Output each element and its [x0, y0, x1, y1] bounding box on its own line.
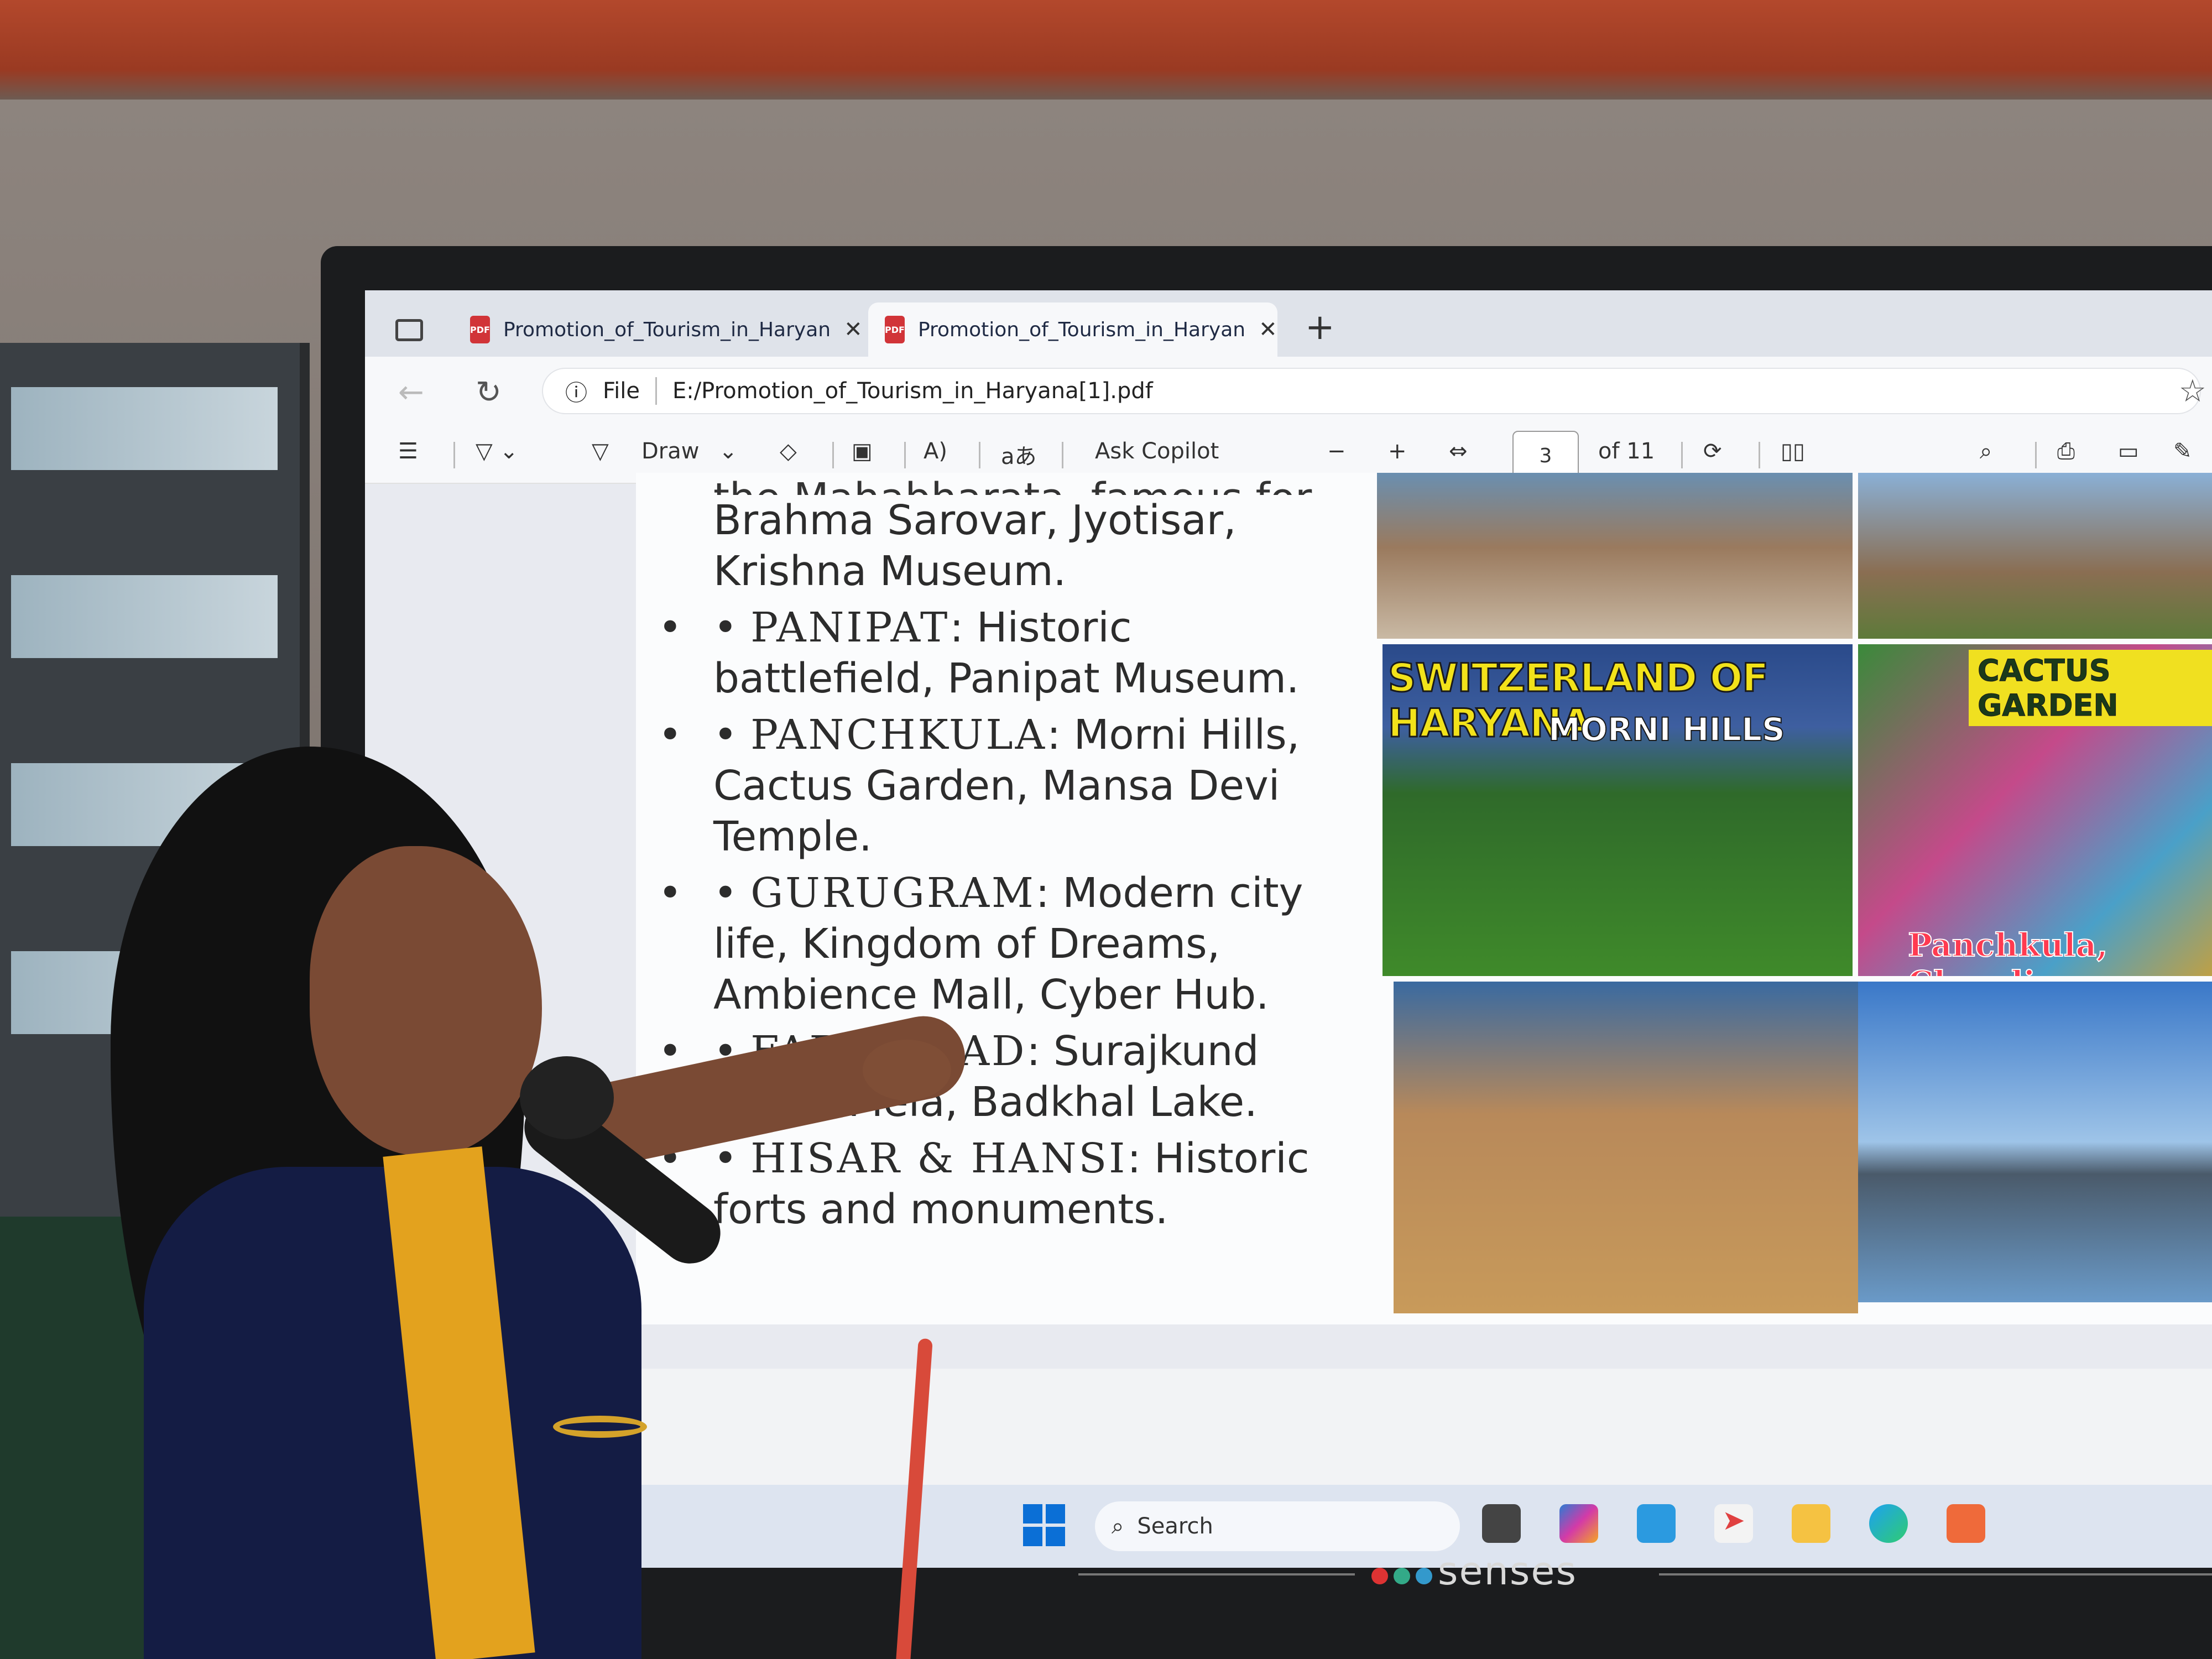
rotate-icon[interactable]: ⟳: [1703, 439, 1722, 464]
sidebar-toggle-icon[interactable]: [395, 319, 423, 341]
address-bar: ← ↻ ⓘ File E:/Promotion_of_Tourism_in_Ha…: [365, 357, 2212, 423]
save-icon[interactable]: ▭: [2118, 439, 2139, 464]
search-icon[interactable]: ⌕: [1980, 439, 1992, 464]
favorite-star-icon[interactable]: ☆: [2179, 373, 2206, 409]
divider: [832, 442, 834, 468]
browser-tab[interactable]: PDF Promotion_of_Tourism_in_Haryan ✕: [453, 302, 863, 357]
edge-browser-icon[interactable]: [1869, 1504, 1908, 1543]
cactus-subtitle: Panchkula, Chandiga: [1907, 926, 2108, 976]
bullet-marker: •: [713, 604, 738, 651]
pointing-hand: [863, 1040, 951, 1100]
separator: :: [950, 604, 964, 651]
page-count: of 11: [1598, 439, 1655, 464]
windows-start-icon[interactable]: [1023, 1504, 1065, 1546]
separator: :: [1035, 869, 1050, 917]
separator: :: [1026, 1027, 1041, 1075]
separator: :: [1127, 1135, 1141, 1182]
copilot-icon[interactable]: [1559, 1504, 1598, 1543]
chevron-down-icon[interactable]: ⌄: [719, 439, 738, 464]
file-label: File: [603, 378, 640, 404]
window-pane: [11, 387, 278, 470]
info-icon[interactable]: ⓘ: [565, 375, 587, 407]
divider: [1681, 442, 1683, 468]
photo-kingdom-of-dreams: [1394, 982, 1858, 1313]
browser-tabbar: PDF Promotion_of_Tourism_in_Haryan ✕ PDF…: [365, 290, 2212, 357]
eraser-icon[interactable]: ◇: [780, 439, 797, 464]
microphone-head: [520, 1056, 614, 1139]
divider: [453, 442, 455, 468]
translate-icon[interactable]: aあ: [1001, 439, 1037, 471]
photo-collage: SWITZERLAND OF HARYANA MORNI HILLS CACTU…: [1377, 473, 2212, 1313]
close-icon[interactable]: ✕: [1259, 317, 1277, 342]
clipped-line: the Mahabharata, famous for: [713, 473, 1349, 495]
highlight-icon[interactable]: ▽ ⌄: [476, 439, 518, 464]
divider: [655, 377, 657, 405]
morni-subtitle: MORNI HILLS: [1548, 710, 1786, 749]
paint-app-icon[interactable]: [1947, 1504, 1985, 1543]
brand-dots: [1371, 1568, 1432, 1584]
monitor-app-icon[interactable]: [1637, 1504, 1676, 1543]
separator: :: [1047, 711, 1061, 759]
save-as-icon[interactable]: ✎: [2173, 439, 2192, 464]
photo-morni-hills: SWITZERLAND OF HARYANA MORNI HILLS: [1383, 644, 1853, 976]
divider: [1062, 442, 1063, 468]
divider: [1759, 442, 1760, 468]
refresh-icon[interactable]: ↻: [476, 374, 502, 410]
draw-button[interactable]: Draw: [641, 439, 699, 464]
divider: [979, 442, 980, 468]
bezel-line: [1078, 1573, 1355, 1575]
monitor-brand: senses: [1438, 1548, 1577, 1594]
pdf-icon: PDF: [885, 316, 905, 343]
send-app-icon[interactable]: ➤: [1714, 1504, 1753, 1543]
cactus-title: CACTUS GARDEN: [1969, 650, 2212, 726]
bangle: [553, 1416, 647, 1438]
pdf-icon: PDF: [470, 316, 490, 343]
read-aloud-icon[interactable]: A): [924, 439, 947, 464]
contents-list-icon[interactable]: ☰: [398, 439, 418, 464]
photo-fort: [1858, 473, 2212, 639]
file-explorer-icon[interactable]: [1792, 1504, 1830, 1543]
close-icon[interactable]: ✕: [844, 317, 863, 342]
continuation-text: Brahma Sarovar, Jyotisar, Krishna Museum…: [713, 497, 1237, 595]
list-item: • PANIPAT: Historic battlefield, Panipat…: [658, 602, 1349, 704]
url-text: E:/Promotion_of_Tourism_in_Haryana[1].pd…: [672, 378, 1153, 404]
browser-tab-active[interactable]: PDF Promotion_of_Tourism_in_Haryan ✕: [868, 302, 1277, 357]
page-view-icon[interactable]: ▯▯: [1781, 439, 1805, 464]
photo-monument: [1377, 473, 1853, 639]
divider: [904, 442, 906, 468]
photo-badkhal-lake: [1858, 982, 2212, 1302]
fit-width-icon[interactable]: ⇔: [1449, 439, 1468, 464]
tab-label: Promotion_of_Tourism_in_Haryan: [917, 318, 1246, 341]
bezel-line: [1659, 1573, 2212, 1575]
presenter-face: [310, 846, 542, 1156]
search-icon: ⌕: [1112, 1514, 1124, 1539]
search-placeholder: Search: [1137, 1514, 1213, 1539]
ask-copilot-button[interactable]: Ask Copilot: [1095, 439, 1219, 464]
divider: [2035, 442, 2037, 468]
photo-cactus-garden: CACTUS GARDEN Panchkula, Chandiga: [1858, 644, 2212, 976]
text-box-icon[interactable]: ▣: [852, 439, 873, 464]
back-arrow-icon[interactable]: ←: [398, 374, 424, 410]
ceiling: [0, 0, 2212, 100]
city-name: PANIPAT: [750, 604, 950, 651]
window-pane: [11, 575, 278, 658]
zoom-in-button[interactable]: +: [1388, 439, 1407, 464]
draw-icon[interactable]: ▽: [592, 439, 609, 464]
zoom-out-button[interactable]: −: [1327, 439, 1346, 464]
print-icon[interactable]: ⎙: [2057, 439, 2075, 464]
url-field[interactable]: ⓘ File E:/Promotion_of_Tourism_in_Haryan…: [542, 368, 2201, 414]
new-tab-button[interactable]: +: [1305, 307, 1335, 348]
task-view-icon[interactable]: [1482, 1504, 1521, 1543]
tab-label: Promotion_of_Tourism_in_Haryan: [503, 318, 831, 341]
taskbar-search[interactable]: ⌕ Search: [1095, 1501, 1460, 1551]
